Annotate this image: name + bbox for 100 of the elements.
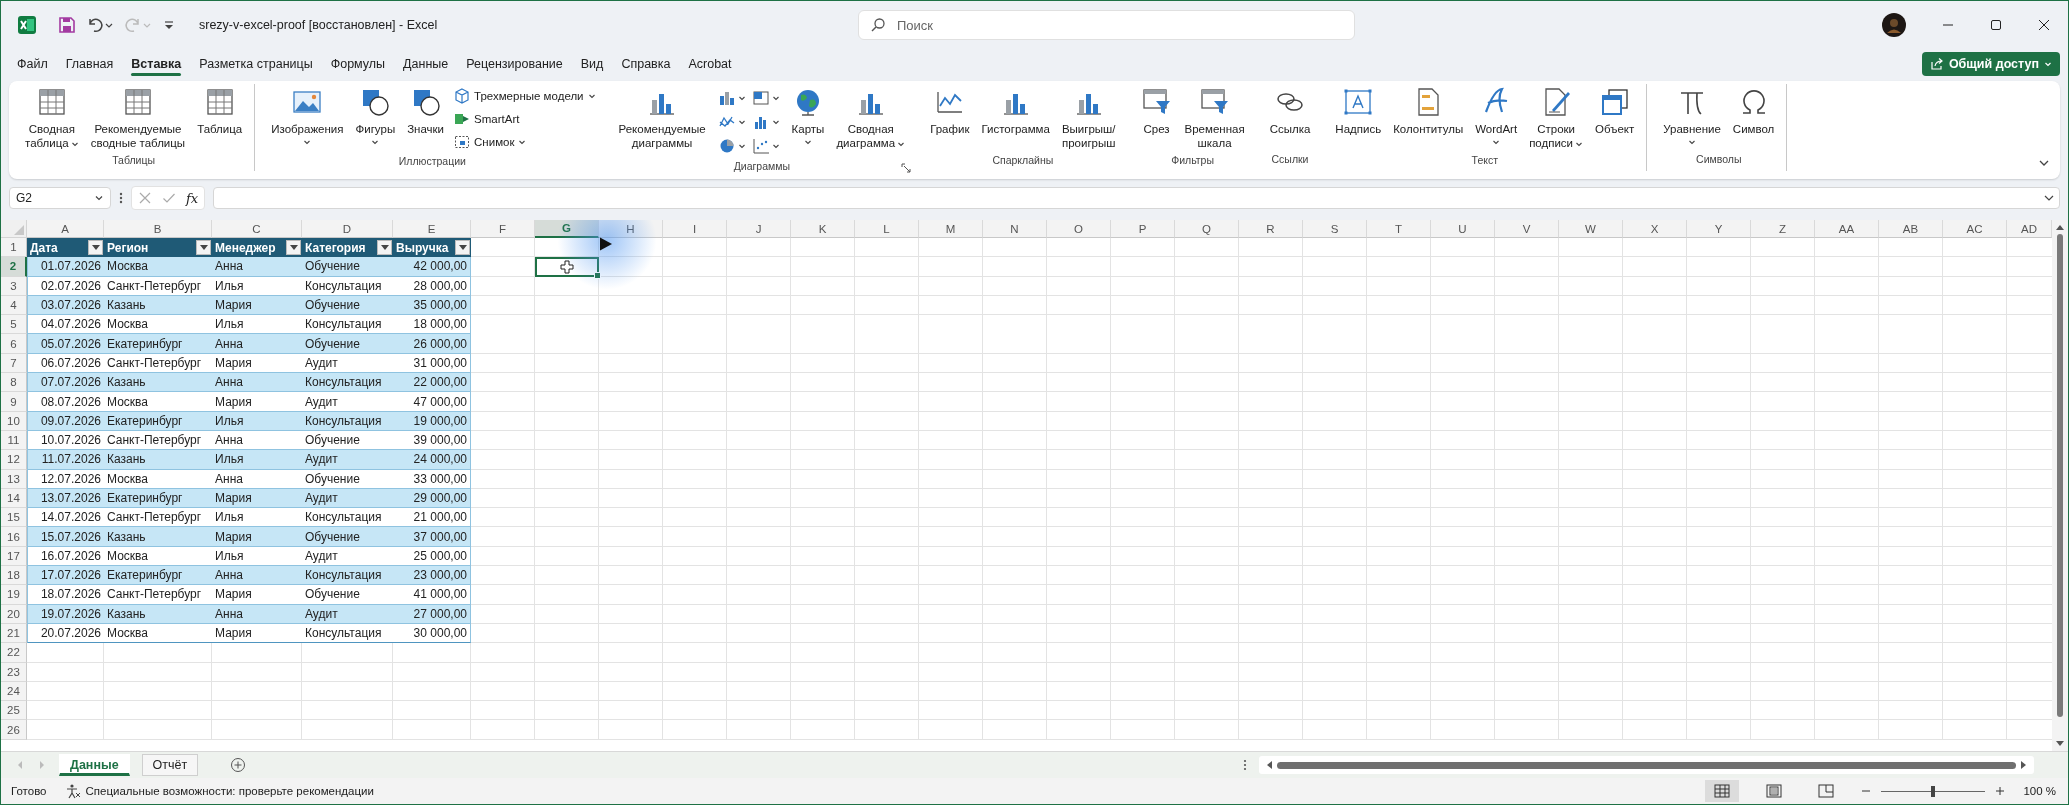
column-header[interactable]: J xyxy=(727,220,791,238)
row-header[interactable]: 11 xyxy=(1,430,27,451)
column-header[interactable]: N xyxy=(983,220,1047,238)
row-header[interactable]: 18 xyxy=(1,566,27,586)
accessibility-button[interactable]: Специальные возможности: проверьте рекомендации xyxy=(64,783,374,799)
ribbon-tab[interactable]: Файл xyxy=(9,53,56,75)
ribbon-tab[interactable]: Справка xyxy=(613,53,679,75)
ribbon-button[interactable]: Выигрыш/ проигрыш xyxy=(1055,84,1122,152)
formula-input[interactable] xyxy=(213,187,2060,209)
column-header[interactable]: D xyxy=(302,220,393,238)
column-header[interactable]: K xyxy=(791,220,855,238)
normal-view-button[interactable] xyxy=(1705,780,1740,802)
vertical-scrollbar[interactable] xyxy=(2052,220,2068,751)
row-header[interactable]: 19 xyxy=(1,585,27,605)
column-header[interactable]: AA xyxy=(1815,220,1879,238)
ribbon-button[interactable]: Гистограмма xyxy=(975,84,1056,138)
zoom-level[interactable]: 100 % xyxy=(2023,785,2056,797)
zoom-in-icon[interactable] xyxy=(1995,786,2006,796)
row-header[interactable]: 15 xyxy=(1,508,27,528)
row-header[interactable]: 21 xyxy=(1,623,27,644)
scroll-up-icon[interactable] xyxy=(2055,223,2065,231)
ribbon-tab[interactable]: Рецензирование xyxy=(458,53,571,75)
ribbon-tab[interactable]: Вид xyxy=(572,53,612,75)
column-header[interactable]: R xyxy=(1239,220,1303,238)
row-header[interactable]: 23 xyxy=(1,662,27,682)
row-header[interactable]: 25 xyxy=(1,701,27,721)
ribbon-tab[interactable]: Разметка страницы xyxy=(191,53,321,75)
column-header[interactable]: M xyxy=(919,220,983,238)
column-header[interactable]: B xyxy=(104,220,212,238)
ribbon-button[interactable]: Временная шкала xyxy=(1178,84,1251,152)
filter-button[interactable] xyxy=(286,240,301,256)
column-header[interactable]: I xyxy=(663,220,727,238)
save-icon[interactable] xyxy=(57,15,77,35)
column-header[interactable]: Z xyxy=(1751,220,1815,238)
column-header[interactable]: Y xyxy=(1687,220,1751,238)
sheet-tab[interactable]: Отчёт xyxy=(141,754,199,776)
column-header[interactable]: A xyxy=(27,220,104,238)
ribbon-button[interactable]: Значки xyxy=(401,84,451,138)
filter-button[interactable] xyxy=(377,240,392,256)
column-header[interactable]: E xyxy=(393,220,471,238)
column-header[interactable]: O xyxy=(1047,220,1111,238)
column-header[interactable]: C xyxy=(212,220,302,238)
row-header[interactable]: 9 xyxy=(1,392,27,412)
scroll-left-icon[interactable] xyxy=(1265,760,1273,770)
column-header[interactable]: AD xyxy=(2007,220,2052,238)
chart-type-button[interactable] xyxy=(751,88,780,108)
ribbon-button[interactable]: Ссылка xyxy=(1263,84,1317,138)
share-button[interactable]: Общий доступ xyxy=(1921,52,2060,76)
ribbon-button[interactable]: Сводная диаграмма xyxy=(830,84,912,152)
scroll-thumb[interactable] xyxy=(2057,234,2063,717)
chart-type-button[interactable] xyxy=(751,136,780,156)
ribbon-tab[interactable]: Acrobat xyxy=(680,53,740,75)
row-header[interactable]: 22 xyxy=(1,643,27,663)
ribbon-tab[interactable]: Главная xyxy=(57,53,122,75)
row-header[interactable]: 5 xyxy=(1,315,27,335)
row-header[interactable]: 17 xyxy=(1,546,27,567)
column-header[interactable]: F xyxy=(471,220,535,238)
row-header[interactable]: 2 xyxy=(1,257,27,277)
row-header[interactable]: 20 xyxy=(1,604,27,624)
ribbon-button[interactable]: Колонтитулы xyxy=(1387,84,1470,138)
column-header[interactable]: W xyxy=(1559,220,1623,238)
search-field[interactable]: Поиск xyxy=(858,10,1355,40)
row-header[interactable]: 8 xyxy=(1,373,27,393)
filter-button[interactable] xyxy=(455,240,470,256)
ribbon-button[interactable]: Снимок xyxy=(454,132,596,152)
row-header[interactable]: 12 xyxy=(1,450,27,470)
ribbon-button[interactable]: Уравнение xyxy=(1657,84,1727,148)
ribbon-button[interactable]: График xyxy=(924,84,976,138)
ribbon-button[interactable]: WordArt xyxy=(1469,84,1524,148)
ribbon-tab[interactable]: Данные xyxy=(395,53,457,75)
insert-function-button[interactable]: fx xyxy=(186,190,199,206)
split-handle-icon[interactable] xyxy=(1243,758,1247,772)
column-header[interactable]: P xyxy=(1111,220,1175,238)
ribbon-button[interactable]: Рекомендуемые сводные таблицы xyxy=(84,84,192,152)
scroll-right-icon[interactable] xyxy=(2020,760,2028,770)
column-header[interactable]: L xyxy=(855,220,919,238)
row-header[interactable]: 4 xyxy=(1,295,27,316)
row-header[interactable]: 3 xyxy=(1,276,27,296)
column-header[interactable]: X xyxy=(1623,220,1687,238)
row-header[interactable]: 16 xyxy=(1,527,27,547)
ribbon-tab[interactable]: Формулы xyxy=(322,53,394,75)
scroll-thumb[interactable] xyxy=(1277,761,2016,769)
ribbon-button[interactable]: Строки подписи xyxy=(1523,84,1590,152)
row-header[interactable]: 13 xyxy=(1,469,27,489)
name-box[interactable]: G2 xyxy=(9,187,111,209)
horizontal-scrollbar[interactable] xyxy=(1259,756,2034,774)
scroll-down-icon[interactable] xyxy=(2055,740,2065,748)
ribbon-button[interactable]: Рекомендуемые диаграммы xyxy=(612,84,712,152)
filter-button[interactable] xyxy=(88,240,103,256)
column-header[interactable]: Q xyxy=(1175,220,1239,238)
ribbon-button[interactable]: Объект xyxy=(1589,84,1641,138)
more-icon[interactable] xyxy=(119,191,123,205)
row-header[interactable]: 1 xyxy=(1,238,27,258)
zoom-slider[interactable] xyxy=(1881,784,1986,798)
ribbon-button[interactable]: Символ xyxy=(1726,84,1781,138)
ribbon-button[interactable]: Таблица xyxy=(191,84,249,138)
sheet-tab[interactable]: Данные xyxy=(59,754,130,776)
ribbon-button[interactable]: Сводная таблица xyxy=(19,84,85,152)
row-header[interactable]: 10 xyxy=(1,411,27,431)
add-sheet-icon[interactable] xyxy=(230,757,247,773)
